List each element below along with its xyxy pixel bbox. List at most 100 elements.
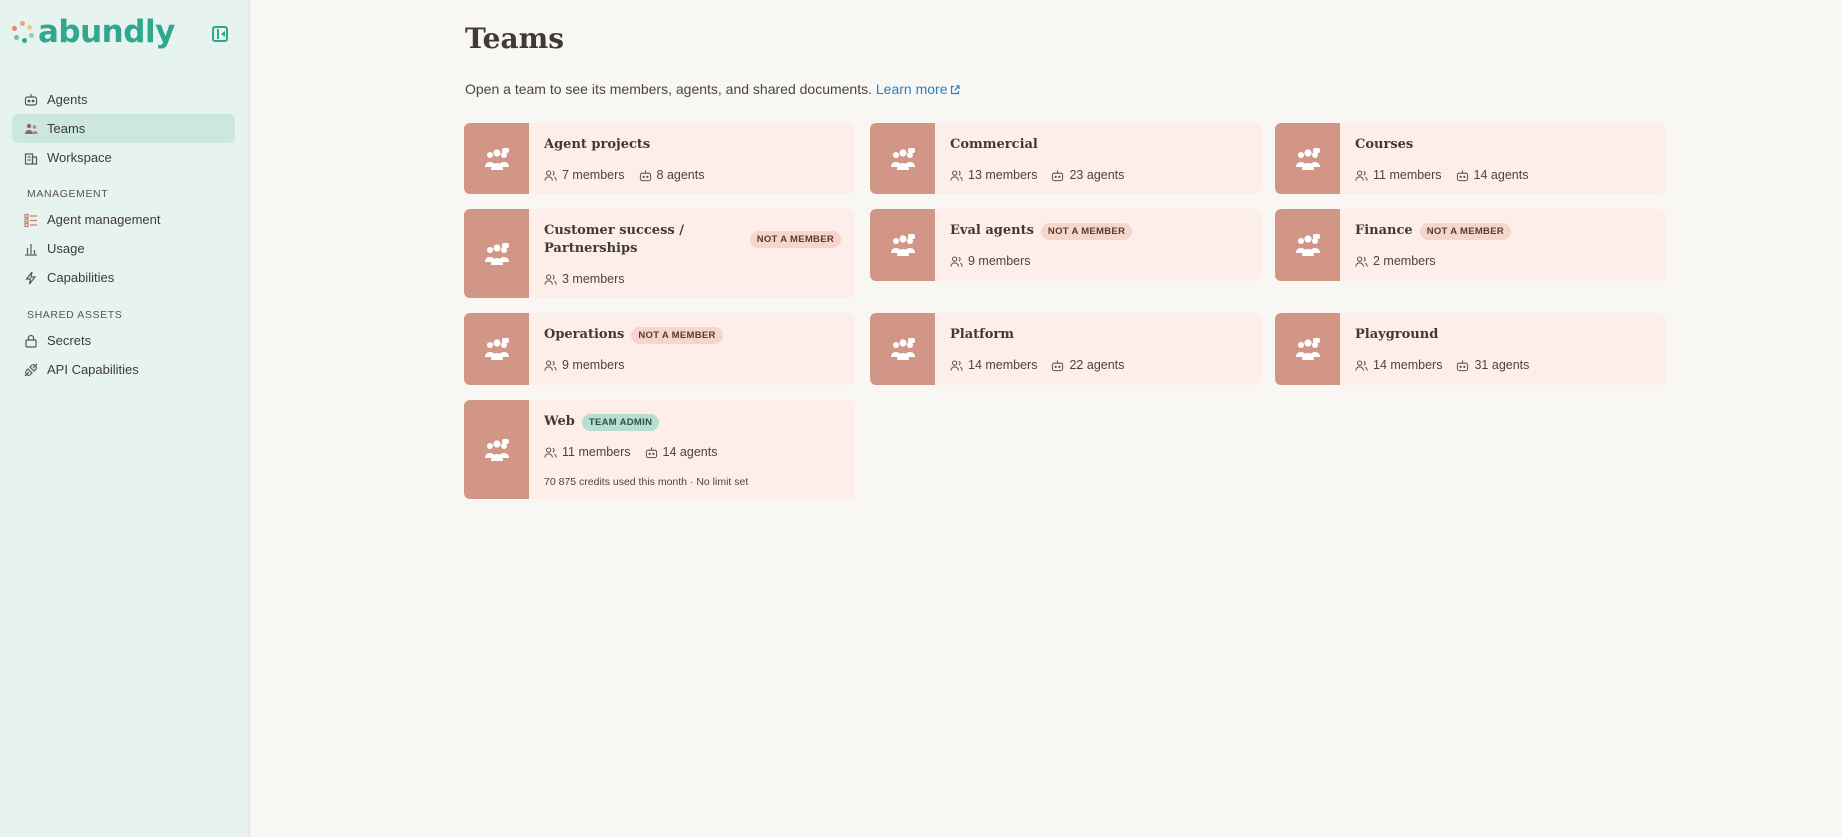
team-card-eval-agents[interactable]: Eval agents NOT A MEMBER 9 members: [870, 209, 1261, 281]
team-card-platform[interactable]: Platform 14 members 22 agents: [870, 313, 1261, 385]
learn-more-link[interactable]: Learn more: [876, 81, 961, 97]
agent-count: 23 agents: [1051, 168, 1124, 182]
robot-icon: [1052, 359, 1064, 371]
team-card-web[interactable]: Web TEAM ADMIN 11 members 14 agents 70 87…: [464, 400, 855, 499]
team-avatar-icon: [464, 400, 529, 499]
team-card-operations[interactable]: Operations NOT A MEMBER 9 members: [464, 313, 855, 385]
section-label-management: MANAGEMENT: [27, 188, 109, 200]
people-icon: [544, 274, 557, 285]
robot-icon: [1457, 359, 1469, 371]
member-count: 9 members: [544, 358, 625, 372]
robot-icon: [645, 446, 657, 458]
people-icon: [950, 256, 963, 267]
nav-item-secrets[interactable]: Secrets: [12, 326, 235, 355]
lock-icon: [24, 334, 38, 348]
credits-usage: 70 875 credits used this month · No limi…: [544, 476, 749, 488]
building-icon: [24, 151, 38, 165]
people-icon: [950, 170, 963, 181]
member-count: 11 members: [1355, 168, 1442, 182]
list-icon: [24, 213, 38, 227]
team-name: Operations: [544, 327, 625, 342]
subtitle-text: Open a team to see its members, agents, …: [465, 81, 872, 97]
not-member-badge: NOT A MEMBER: [1040, 223, 1133, 240]
nav-label: Secrets: [47, 333, 92, 348]
team-avatar-icon: [870, 123, 935, 194]
robot-icon: [1052, 169, 1064, 181]
bar-chart-icon: [24, 242, 38, 256]
nav-label: Capabilities: [47, 270, 115, 285]
nav-item-agents[interactable]: Agents: [12, 85, 235, 114]
section-label-shared-assets: SHARED ASSETS: [27, 309, 123, 321]
external-link-icon: [951, 85, 961, 95]
page-title: Teams: [465, 22, 564, 55]
logo-mark-icon: [12, 21, 34, 43]
learn-more-label: Learn more: [875, 81, 948, 97]
people-icon: [1355, 170, 1368, 181]
team-avatar-icon: [1275, 209, 1340, 281]
nav-item-agent-management[interactable]: Agent management: [12, 205, 235, 234]
team-avatar-icon: [464, 313, 529, 385]
nav-label: Agent management: [47, 212, 161, 227]
nav-label: Workspace: [47, 150, 112, 165]
nav-item-usage[interactable]: Usage: [12, 234, 235, 263]
people-icon: [1355, 256, 1368, 267]
people-icon: [544, 360, 557, 371]
team-name: Platform: [950, 327, 1015, 342]
nav-label: API Capabilities: [47, 362, 139, 377]
team-card-commercial[interactable]: Commercial 13 members 23 agents: [870, 123, 1261, 194]
agent-count: 14 agents: [645, 445, 717, 459]
team-avatar-icon: [1275, 123, 1340, 194]
team-admin-badge: TEAM ADMIN: [581, 414, 660, 431]
agent-count: 8 agents: [639, 168, 705, 182]
robot-icon: [639, 169, 651, 181]
team-card-playground[interactable]: Playground 14 members 31 agents: [1275, 313, 1666, 385]
team-name: Eval agents: [950, 223, 1034, 238]
member-count: 14 members: [1355, 358, 1442, 372]
member-count: 2 members: [1355, 254, 1436, 268]
sidebar: abundly Agents Teams Workspace MANAGEMEN…: [0, 0, 250, 837]
app-logo[interactable]: abundly: [12, 14, 175, 50]
team-avatar-icon: [464, 209, 529, 298]
robot-icon: [1456, 169, 1468, 181]
not-member-badge: NOT A MEMBER: [1419, 223, 1511, 240]
team-name: Web: [544, 414, 575, 429]
team-card-agent-projects[interactable]: Agent projects 7 members 8 agents: [464, 123, 855, 194]
nav-item-capabilities[interactable]: Capabilities: [12, 263, 235, 292]
plug-icon: [24, 363, 38, 377]
nav-item-teams[interactable]: Teams: [12, 114, 235, 143]
agent-count: 22 agents: [1051, 358, 1124, 372]
team-name: Finance: [1355, 223, 1413, 238]
nav-label: Usage: [47, 241, 85, 256]
agent-count: 31 agents: [1456, 358, 1529, 372]
team-name: Playground: [1355, 327, 1439, 342]
team-card-finance[interactable]: Finance NOT A MEMBER 2 members: [1275, 209, 1666, 281]
nav-item-workspace[interactable]: Workspace: [12, 143, 235, 172]
member-count: 9 members: [950, 254, 1031, 268]
team-card-customer-success[interactable]: Customer success / Partnerships NOT A ME…: [464, 209, 855, 298]
nav-label: Agents: [47, 92, 88, 107]
people-icon: [544, 170, 557, 181]
people-icon: [544, 447, 557, 458]
team-avatar-icon: [870, 209, 935, 281]
member-count: 13 members: [950, 168, 1037, 182]
member-count: 7 members: [544, 168, 625, 182]
team-name: Customer success / Partnerships: [544, 223, 684, 256]
team-avatar-icon: [870, 313, 935, 385]
people-icon: [950, 360, 963, 371]
team-name: Courses: [1355, 137, 1414, 152]
team-icon: [24, 122, 38, 136]
nav-item-api-capabilities[interactable]: API Capabilities: [12, 355, 235, 384]
team-avatar-icon: [464, 123, 529, 194]
people-icon: [1355, 360, 1368, 371]
member-count: 11 members: [544, 445, 631, 459]
page-subtitle: Open a team to see its members, agents, …: [465, 81, 961, 97]
nav-label: Teams: [47, 121, 86, 136]
team-avatar-icon: [1275, 313, 1340, 385]
collapse-sidebar-icon[interactable]: [212, 26, 228, 42]
lightning-icon: [24, 271, 38, 285]
team-name: Agent projects: [544, 137, 651, 152]
member-count: 3 members: [544, 272, 625, 286]
team-card-courses[interactable]: Courses 11 members 14 agents: [1275, 123, 1666, 194]
member-count: 14 members: [950, 358, 1037, 372]
robot-icon: [24, 93, 38, 107]
